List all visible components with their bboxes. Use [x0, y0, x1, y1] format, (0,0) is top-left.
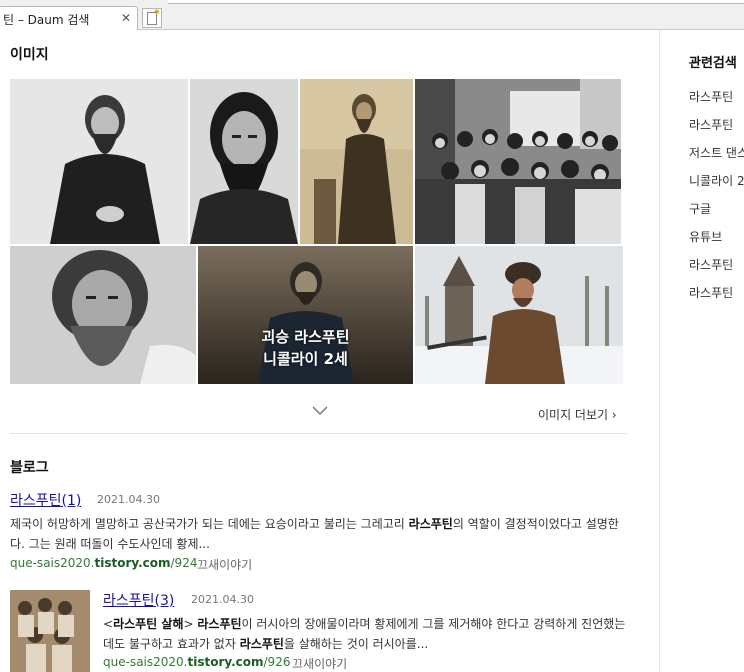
related-search-item[interactable]: 니콜라이 2: [689, 172, 744, 189]
column-divider: [659, 30, 660, 672]
highlighted-keyword: 라스푸틴: [239, 637, 284, 651]
blog-post-snippet-1: 제국이 허망하게 멸망하고 공산국가가 되는 데에는 요승이라고 불리는 그레고…: [10, 514, 628, 554]
blog-post-thumbnail-2[interactable]: [10, 590, 90, 672]
browser-tab[interactable]: 틴 – Daum 검색 ✕: [0, 6, 138, 30]
chevron-down-icon[interactable]: [312, 404, 328, 420]
more-images-link[interactable]: 이미지 더보기 ›: [538, 406, 617, 423]
blog-post-url-1[interactable]: que-sais2020.tistory.com/924: [10, 556, 197, 570]
blog-post-date-2: 2021.04.30: [191, 593, 254, 606]
url-path: /924: [170, 556, 198, 570]
snippet-text: 을 살해하는 것이 러시아를...: [283, 637, 429, 651]
related-search-item[interactable]: 구글: [689, 200, 711, 217]
blog-post-snippet-2: <라스푸틴 살해> 라스푸틴이 러시아의 장애물이라며 황제에게 그를 제거해야…: [103, 614, 628, 654]
snippet-text: >: [183, 617, 198, 631]
blog-post-title-2[interactable]: 라스푸틴(3): [103, 590, 174, 610]
url-domain: tistory.com: [187, 655, 264, 669]
url-path: /926: [263, 655, 291, 669]
highlighted-keyword: 라스푸틴: [408, 517, 453, 531]
blog-post-url-2[interactable]: que-sais2020.tistory.com/926: [103, 655, 290, 669]
blog-post-title-1[interactable]: 라스푸틴(1): [10, 490, 81, 510]
image-result-3[interactable]: [300, 79, 413, 244]
blog-post-author-1[interactable]: 끄새이야기: [197, 556, 252, 573]
image-result-4[interactable]: [415, 79, 621, 244]
image-result-1[interactable]: [10, 79, 188, 244]
related-search-item[interactable]: 라스푸틴: [689, 284, 733, 301]
sparkle-icon: ✷: [153, 8, 161, 18]
address-bar-edge: [168, 0, 744, 4]
new-tab-button[interactable]: ✷: [142, 8, 162, 28]
snippet-text: <: [103, 617, 114, 631]
browser-tab-bar: 틴 – Daum 검색 ✕ ✷: [0, 0, 744, 30]
image-result-2[interactable]: [190, 79, 298, 244]
related-search-item[interactable]: 저스트 댄스: [689, 144, 744, 161]
related-search-item[interactable]: 라스푸틴: [689, 116, 733, 133]
image-result-5[interactable]: [10, 246, 196, 384]
blog-post-author-2[interactable]: 끄새이야기: [292, 655, 347, 672]
url-domain: tistory.com: [94, 556, 171, 570]
image-overlay-caption-2: 니콜라이 2세: [263, 350, 348, 368]
blog-section-title: 블로그: [10, 460, 49, 476]
related-search-item[interactable]: 유튜브: [689, 228, 722, 245]
images-section-title: 이미지: [10, 47, 49, 63]
url-prefix: que-sais2020.: [103, 655, 188, 669]
search-results-page: 이미지 괴승 라스푸틴 니콜라이 2세 이미지 더보기 › 블로그 라스푸틴(1…: [0, 30, 744, 672]
tab-title: 틴 – Daum 검색: [3, 13, 90, 27]
section-divider: [10, 433, 628, 434]
highlighted-keyword: 라스푸틴 살해: [113, 617, 184, 631]
close-icon[interactable]: ✕: [121, 11, 131, 25]
highlighted-keyword: 라스푸틴: [197, 617, 242, 631]
related-search-item[interactable]: 라스푸틴: [689, 88, 733, 105]
blog-post-date-1: 2021.04.30: [97, 493, 160, 506]
image-overlay-caption-1: 괴승 라스푸틴: [261, 328, 350, 346]
image-result-7[interactable]: [415, 246, 623, 384]
url-prefix: que-sais2020.: [10, 556, 95, 570]
related-searches-title: 관련검색: [689, 56, 737, 71]
snippet-text: 제국이 허망하게 멸망하고 공산국가가 되는 데에는 요승이라고 불리는 그레고…: [10, 517, 409, 531]
related-search-item[interactable]: 라스푸틴: [689, 256, 733, 273]
image-result-6[interactable]: 괴승 라스푸틴 니콜라이 2세: [198, 246, 413, 384]
